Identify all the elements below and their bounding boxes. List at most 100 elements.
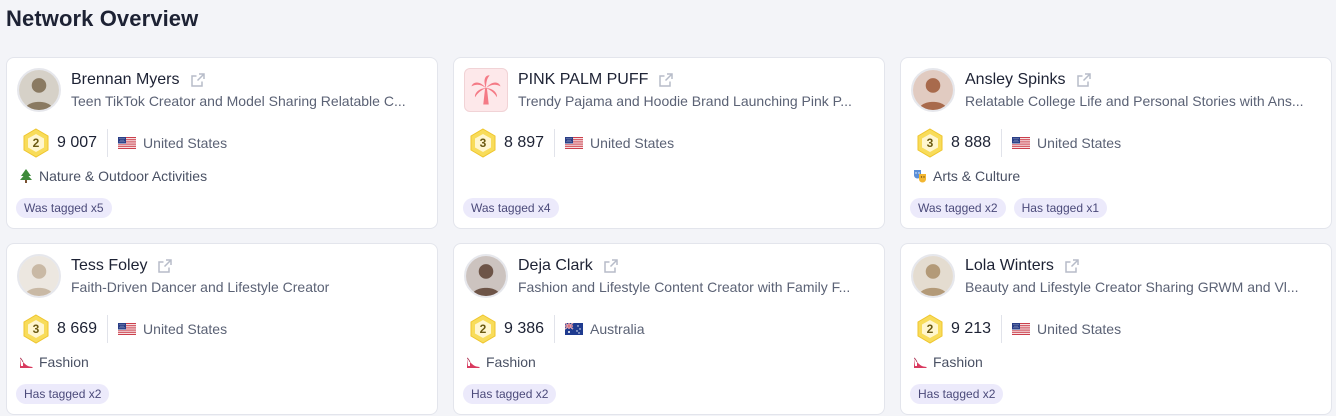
profile-avatar[interactable] [17,68,61,112]
tree-icon [19,169,33,183]
profile-avatar[interactable] [911,68,955,112]
creator-bio: Beauty and Lifestyle Creator Sharing GRW… [965,279,1299,295]
category: Fashion [19,354,89,370]
country-label: United States [1037,135,1122,151]
country-label: United States [1037,321,1122,337]
tier-badge-number: 2 [926,322,934,336]
tier-badge-number: 3 [479,136,487,150]
external-link-icon[interactable] [1064,258,1080,274]
divider [554,315,556,343]
tag-count-chip: Has tagged x2 [910,384,1004,404]
creator-name[interactable]: Brennan Myers [71,71,180,89]
tag-chips: Was tagged x2 Has tagged x1 [910,198,1107,218]
divider [107,315,109,343]
tag-chips: Has tagged x2 [16,384,110,404]
us-flag [565,137,590,149]
divider [1001,315,1003,343]
tier-badge-number: 2 [479,322,487,336]
profile-avatar[interactable] [911,254,955,298]
tag-count-chip: Was tagged x5 [16,198,112,218]
category-label: Fashion [39,354,89,370]
creator-name[interactable]: Lola Winters [965,257,1054,275]
category: Fashion [466,354,536,370]
creator-score: 8 897 [504,134,545,151]
creator-stats: 3 8 669 United States [21,314,227,344]
creator-stats: 3 8 888 United States [915,128,1121,158]
country-label: Australia [590,321,645,337]
creator-name[interactable]: Deja Clark [518,257,593,275]
creator-bio: Teen TikTok Creator and Model Sharing Re… [71,93,406,109]
tier-badge-number: 2 [32,136,40,150]
external-link-icon[interactable] [1076,72,1092,88]
profile-avatar[interactable] [464,254,508,298]
creator-stats: 2 9 213 United States [915,314,1121,344]
category: Fashion [913,354,983,370]
creator-card[interactable]: Deja Clark Fashion and Lifestyle Content … [453,243,885,415]
creator-card[interactable]: Tess Foley Faith-Driven Dancer and Lifest… [6,243,438,415]
creator-grid: Brennan Myers Teen TikTok Creator and Mod… [6,57,1332,415]
creator-score: 8 888 [951,134,992,151]
external-link-icon[interactable] [157,258,173,274]
creator-name[interactable]: PINK PALM PUFF [518,71,648,89]
creator-card[interactable]: Lola Winters Beauty and Lifestyle Creator… [900,243,1332,415]
tier-badge-icon: 3 [915,128,945,158]
tier-badge-icon: 3 [21,314,51,344]
tier-badge-number: 3 [926,136,934,150]
high-heel-icon [19,355,33,369]
brand-logo-avatar[interactable] [464,68,508,112]
creator-bio: Faith-Driven Dancer and Lifestyle Creato… [71,279,330,295]
tag-chips: Was tagged x4 [463,198,559,218]
profile-avatar[interactable] [17,254,61,298]
creator-stats: 2 9 386 Australia [468,314,645,344]
category-label: Fashion [933,354,983,370]
creator-name[interactable]: Ansley Spinks [965,71,1066,89]
creator-card[interactable]: Brennan Myers Teen TikTok Creator and Mod… [6,57,438,229]
palm-tree-logo-icon [471,75,501,105]
creator-score: 8 669 [57,320,98,337]
creator-score: 9 213 [951,320,992,337]
country-label: United States [143,321,228,337]
us-flag [1012,137,1037,149]
high-heel-icon [466,355,480,369]
tag-count-chip: Has tagged x1 [1013,198,1107,218]
us-flag [118,323,143,335]
external-link-icon[interactable] [658,72,674,88]
creator-card[interactable]: PINK PALM PUFF Trendy Pajama and Hoodie B… [453,57,885,229]
creator-score: 9 386 [504,320,545,337]
creator-card[interactable]: Ansley Spinks Relatable College Life and … [900,57,1332,229]
divider [554,129,556,157]
creator-stats: 2 9 007 United States [21,128,227,158]
au-flag [565,323,590,335]
tier-badge-icon: 3 [468,128,498,158]
category: Nature & Outdoor Activities [19,168,207,184]
tier-badge-icon: 2 [915,314,945,344]
category-label: Fashion [486,354,536,370]
tag-count-chip: Was tagged x4 [463,198,559,218]
creator-bio: Relatable College Life and Personal Stor… [965,93,1304,109]
tier-badge-number: 3 [32,322,40,336]
creator-score: 9 007 [57,134,98,151]
tier-badge-icon: 2 [468,314,498,344]
country-label: United States [590,135,675,151]
theater-masks-icon [913,169,927,183]
category-label: Arts & Culture [933,168,1021,184]
external-link-icon[interactable] [190,72,206,88]
tag-count-chip: Was tagged x2 [910,198,1006,218]
tag-chips: Has tagged x2 [910,384,1004,404]
tag-count-chip: Has tagged x2 [16,384,110,404]
creator-bio: Fashion and Lifestyle Content Creator wi… [518,279,851,295]
page-title: Network Overview [6,6,199,31]
high-heel-icon [913,355,927,369]
creator-stats: 3 8 897 United States [468,128,674,158]
divider [1001,129,1003,157]
tag-chips: Was tagged x5 [16,198,112,218]
tag-count-chip: Has tagged x2 [463,384,557,404]
divider [107,129,109,157]
creator-name[interactable]: Tess Foley [71,257,147,275]
category-label: Nature & Outdoor Activities [39,168,208,184]
country-label: United States [143,135,228,151]
category: Arts & Culture [913,168,1020,184]
external-link-icon[interactable] [603,258,619,274]
creator-bio: Trendy Pajama and Hoodie Brand Launching… [518,93,852,109]
us-flag [118,137,143,149]
